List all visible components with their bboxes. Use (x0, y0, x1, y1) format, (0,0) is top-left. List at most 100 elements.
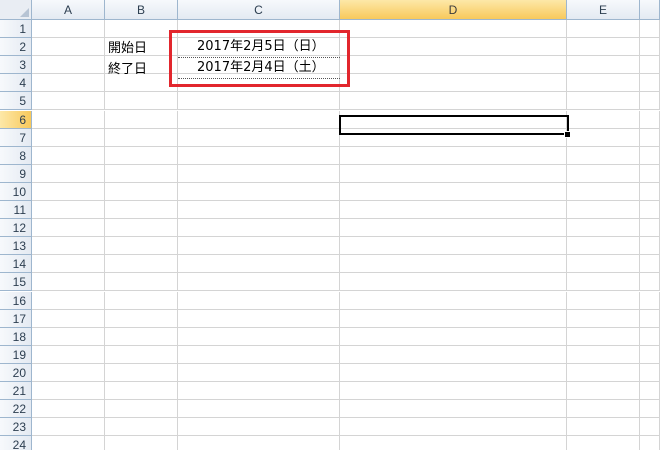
column-header-b[interactable]: B (105, 0, 178, 20)
row-header-4[interactable]: 4 (0, 74, 32, 93)
grid-cell[interactable] (32, 309, 105, 328)
row-header-20[interactable]: 20 (0, 363, 32, 382)
row-header-15[interactable]: 15 (0, 273, 32, 292)
grid-cell[interactable] (640, 382, 660, 401)
grid-cell[interactable] (105, 92, 178, 111)
grid-cell[interactable] (178, 309, 340, 328)
grid-cell[interactable] (640, 219, 660, 238)
grid-cell[interactable] (567, 20, 640, 39)
grid-cell[interactable] (32, 74, 105, 93)
grid-cell[interactable] (640, 20, 660, 39)
grid-cell[interactable] (567, 182, 640, 201)
grid-cell[interactable] (567, 400, 640, 419)
grid-cell[interactable] (567, 418, 640, 437)
grid-cell[interactable] (105, 182, 178, 201)
grid-cell[interactable] (340, 56, 567, 75)
grid-cell[interactable] (640, 327, 660, 346)
grid-cell[interactable] (640, 309, 660, 328)
grid-cell[interactable] (340, 237, 567, 256)
row-header-3[interactable]: 3 (0, 56, 32, 75)
grid-cell[interactable] (340, 164, 567, 183)
grid-cell[interactable] (105, 400, 178, 419)
grid-cell[interactable] (340, 418, 567, 437)
grid-cell[interactable] (340, 400, 567, 419)
grid-cell[interactable] (105, 201, 178, 220)
grid-cell[interactable] (105, 164, 178, 183)
grid-cell[interactable] (32, 92, 105, 111)
grid-cell[interactable] (178, 363, 340, 382)
grid-cell[interactable] (105, 237, 178, 256)
grid-cell[interactable] (105, 110, 178, 129)
grid-cell[interactable] (640, 201, 660, 220)
row-header-13[interactable]: 13 (0, 237, 32, 256)
grid-cell[interactable] (567, 128, 640, 147)
grid-cell[interactable] (178, 418, 340, 437)
grid-cell[interactable] (178, 182, 340, 201)
grid-cell[interactable] (340, 201, 567, 220)
grid-cell[interactable] (105, 273, 178, 292)
grid-cell[interactable] (32, 182, 105, 201)
grid-cell[interactable] (105, 382, 178, 401)
grid-cell[interactable] (567, 164, 640, 183)
grid-cell[interactable] (640, 74, 660, 93)
selected-cell-d6[interactable] (339, 115, 569, 135)
row-header-6[interactable]: 6 (0, 110, 32, 129)
grid-cell[interactable] (178, 291, 340, 310)
grid-cell[interactable] (32, 400, 105, 419)
grid-cell[interactable] (340, 382, 567, 401)
grid-cell[interactable] (567, 219, 640, 238)
grid-cell[interactable] (178, 128, 340, 147)
row-header-1[interactable]: 1 (0, 20, 32, 39)
grid-cell[interactable] (340, 291, 567, 310)
grid-cell[interactable] (567, 345, 640, 364)
grid-cell[interactable] (32, 164, 105, 183)
grid-cell[interactable] (105, 255, 178, 274)
grid-cell[interactable] (340, 182, 567, 201)
grid-cell[interactable] (105, 146, 178, 165)
grid-cell[interactable] (340, 436, 567, 450)
grid-cell[interactable] (178, 436, 340, 450)
grid-cell[interactable] (567, 92, 640, 111)
grid-cell[interactable] (340, 38, 567, 57)
grid-cell[interactable] (32, 219, 105, 238)
grid-cell[interactable] (567, 255, 640, 274)
grid-cell[interactable] (178, 219, 340, 238)
grid-cell[interactable] (340, 255, 567, 274)
grid-cell[interactable] (32, 363, 105, 382)
fill-handle[interactable] (564, 131, 571, 138)
grid-cell[interactable] (32, 382, 105, 401)
grid-cell[interactable] (567, 146, 640, 165)
cell-b2[interactable]: 開始日 (105, 38, 178, 59)
grid-cell[interactable] (567, 56, 640, 75)
grid-cell[interactable] (32, 255, 105, 274)
grid-cell[interactable] (178, 382, 340, 401)
grid-cell[interactable] (32, 345, 105, 364)
grid-cell[interactable] (32, 20, 105, 39)
grid-cell[interactable] (105, 128, 178, 147)
column-header-f-partial[interactable] (640, 0, 660, 20)
grid-cell[interactable] (640, 291, 660, 310)
grid-cell[interactable] (567, 110, 640, 129)
grid-cell[interactable] (32, 273, 105, 292)
grid-cell[interactable] (340, 219, 567, 238)
column-header-a[interactable]: A (32, 0, 105, 20)
row-header-8[interactable]: 8 (0, 146, 32, 165)
grid-cell[interactable] (340, 20, 567, 39)
grid-cell[interactable] (640, 363, 660, 382)
grid-cell[interactable] (178, 110, 340, 129)
grid-cell[interactable] (640, 164, 660, 183)
row-header-9[interactable]: 9 (0, 164, 32, 183)
grid-cell[interactable] (340, 146, 567, 165)
grid-cell[interactable] (567, 291, 640, 310)
grid-cell[interactable] (340, 92, 567, 111)
grid-cell[interactable] (32, 110, 105, 129)
grid-cell[interactable] (640, 273, 660, 292)
grid-cell[interactable] (32, 146, 105, 165)
grid-cell[interactable] (640, 345, 660, 364)
grid-cell[interactable] (178, 345, 340, 364)
row-header-22[interactable]: 22 (0, 400, 32, 419)
grid-cell[interactable] (640, 400, 660, 419)
grid-cell[interactable] (340, 309, 567, 328)
column-header-e[interactable]: E (567, 0, 640, 20)
grid-cell[interactable] (640, 38, 660, 57)
